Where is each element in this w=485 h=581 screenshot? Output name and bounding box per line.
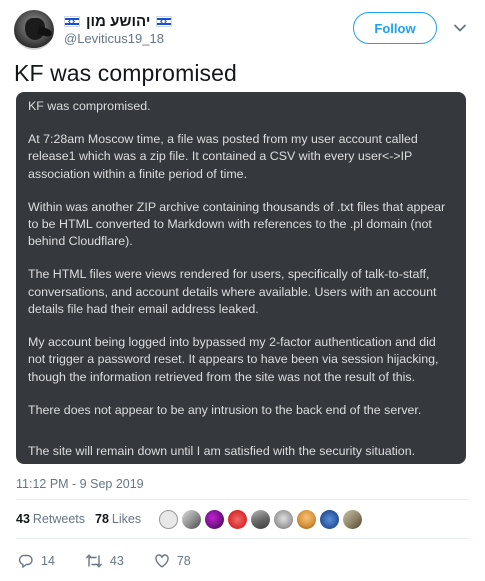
retweets-count: 43	[16, 512, 30, 526]
tweet-actions: 14 43 78	[18, 551, 221, 571]
image-paragraph: At 7:28am Moscow time, a file was posted…	[28, 131, 418, 181]
tweet-text: KF was compromised	[14, 60, 237, 86]
israel-flag-icon	[64, 15, 80, 27]
liker-avatar[interactable]	[343, 509, 363, 529]
avatar[interactable]	[14, 10, 54, 50]
liker-avatar[interactable]	[320, 509, 340, 529]
image-paragraph: There does not appear to be any intrusio…	[28, 402, 422, 417]
follow-button[interactable]: Follow	[353, 12, 437, 44]
image-paragraph: The site will remain down until I am sat…	[28, 444, 416, 459]
likes-stat[interactable]: 78 Likes	[95, 512, 141, 526]
liker-avatar[interactable]	[228, 509, 248, 529]
image-paragraph: The HTML files were views rendered for u…	[28, 267, 437, 317]
liker-avatar[interactable]	[274, 509, 294, 529]
display-name: יהושע מון	[86, 12, 151, 30]
user-handle[interactable]: @Leviticus19_18	[64, 31, 164, 46]
liker-avatar[interactable]	[251, 509, 271, 529]
image-paragraph: KF was compromised.	[28, 99, 151, 113]
chevron-down-icon[interactable]	[452, 20, 468, 36]
image-paragraph: My account being logged into bypassed my…	[28, 335, 439, 384]
engagement-stats: 43 Retweets 78 Likes	[16, 505, 363, 533]
likes-label: Likes	[111, 512, 142, 526]
retweets-label: Retweets	[32, 512, 86, 526]
likes-count: 78	[95, 512, 109, 526]
like-button[interactable]: 78	[154, 553, 191, 569]
reply-icon	[18, 554, 33, 568]
liker-avatars	[159, 509, 363, 529]
divider	[16, 499, 469, 500]
liker-avatar[interactable]	[182, 509, 202, 529]
retweet-icon	[86, 554, 102, 568]
retweet-count: 43	[109, 554, 124, 568]
image-paragraph: Within was another ZIP archive containin…	[28, 199, 446, 249]
retweets-stat[interactable]: 43 Retweets	[16, 512, 85, 526]
tweet-image[interactable]: KF was compromised. At 7:28am Moscow tim…	[16, 92, 466, 464]
heart-icon	[155, 554, 169, 568]
liker-avatar[interactable]	[159, 509, 179, 529]
divider	[16, 538, 469, 539]
display-name-row[interactable]: יהושע מון	[64, 12, 173, 30]
reply-count: 14	[41, 554, 55, 568]
like-count: 78	[176, 554, 191, 568]
israel-flag-icon	[156, 15, 173, 27]
liker-avatar[interactable]	[205, 509, 225, 529]
tweet-header: יהושע מון @Leviticus19_18 Follow	[0, 0, 485, 58]
liker-avatar[interactable]	[297, 509, 317, 529]
reply-button[interactable]: 14	[18, 553, 55, 569]
retweet-button[interactable]: 43	[85, 553, 124, 569]
tweet-timestamp[interactable]: 11:12 PM - 9 Sep 2019	[16, 477, 144, 491]
